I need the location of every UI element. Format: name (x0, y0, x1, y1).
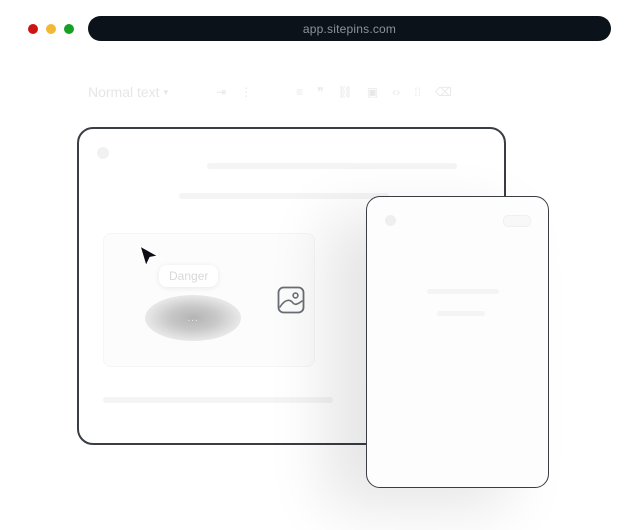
blurred-button-label: ... (187, 312, 199, 324)
placeholder-line (207, 163, 457, 169)
align-icon[interactable]: ≡ (296, 85, 303, 99)
maximize-dot[interactable] (64, 24, 74, 34)
mobile-preview-window (366, 196, 549, 488)
placeholder-line (427, 289, 499, 294)
tooltip: Danger (159, 265, 219, 287)
placeholder-line (103, 397, 333, 403)
address-bar[interactable]: app.sitepins.com (88, 16, 611, 41)
columns-icon[interactable]: ⁞⁞ (414, 85, 421, 99)
chevron-down-icon: ▾ (163, 86, 169, 97)
quote-icon[interactable]: ❞ (317, 85, 323, 99)
window-dot (97, 147, 109, 159)
status-pill (503, 215, 531, 227)
image-placeholder-icon[interactable] (277, 286, 305, 314)
code-icon[interactable]: ‹› (392, 85, 400, 99)
close-dot[interactable] (28, 24, 38, 34)
text-style-select[interactable]: Normal text ▾ (88, 84, 168, 100)
url-text: app.sitepins.com (302, 21, 397, 36)
list-icon[interactable]: ⋮ (240, 85, 252, 99)
placeholder-line (437, 311, 485, 316)
window-dot (385, 215, 396, 226)
blurred-button[interactable]: ... (145, 295, 241, 341)
text-style-label: Normal text (88, 84, 160, 100)
link-icon[interactable]: ⛓ (338, 85, 353, 99)
editor-toolbar: Normal text ▾ ⇥ ⋮ ≡ ❞ ⛓ ▣ ‹› ⁞⁞ ⌫ (88, 80, 528, 104)
placeholder-line (179, 193, 389, 199)
indent-icon[interactable]: ⇥ (216, 85, 226, 99)
image-icon[interactable]: ▣ (367, 85, 378, 99)
clear-format-icon[interactable]: ⌫ (435, 85, 452, 99)
minimize-dot[interactable] (46, 24, 56, 34)
mouse-pointer-icon (139, 245, 159, 267)
